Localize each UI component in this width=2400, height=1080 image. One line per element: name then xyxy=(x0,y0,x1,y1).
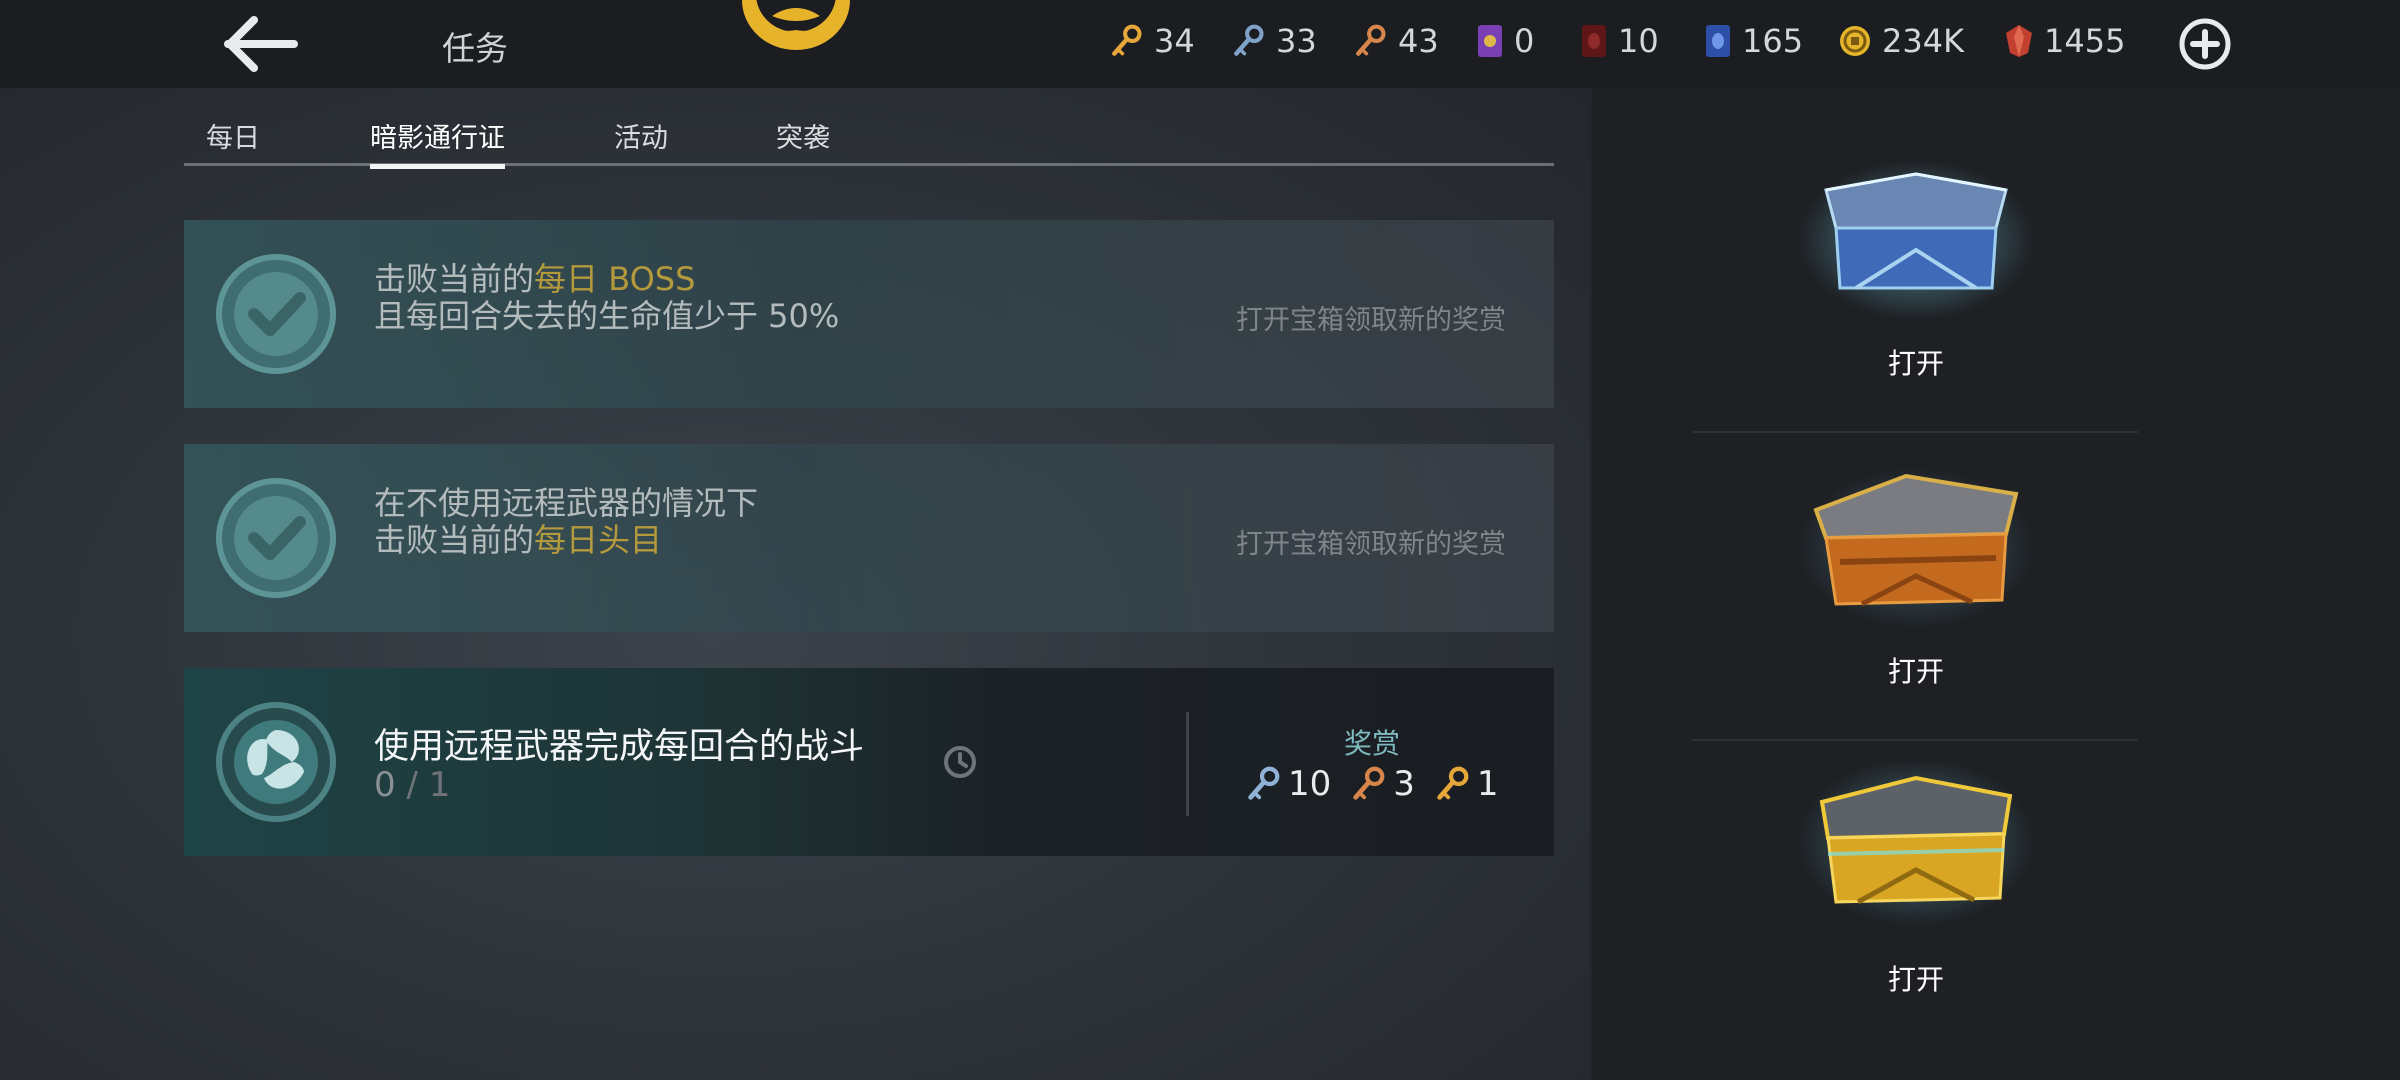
reward-gold-keys: 1 xyxy=(1433,764,1499,804)
coin-icon xyxy=(1840,26,1870,56)
quest-card[interactable]: 在不使用远程武器的情况下 击败当前的每日头目 打开宝箱领取新的奖赏 xyxy=(184,444,1554,632)
clock-icon xyxy=(944,746,976,778)
page-title: 任务 xyxy=(442,29,508,68)
red-gem-card-icon xyxy=(1582,25,1606,57)
resource-tickets: 0 xyxy=(1476,22,1534,60)
open-chest-button[interactable]: 打开 xyxy=(1852,958,1980,998)
bronze-key-icon xyxy=(1352,23,1388,59)
open-chest-button[interactable]: 打开 xyxy=(1852,342,1980,382)
completed-check-icon xyxy=(214,476,338,600)
quest-status: 打开宝箱领取新的奖赏 xyxy=(1236,305,1506,336)
quest-status: 打开宝箱领取新的奖赏 xyxy=(1236,529,1506,560)
top-bar: 任务 34 33 43 0 10 165 234K 1455 xyxy=(0,0,2400,88)
blue-gem-card-icon xyxy=(1706,25,1730,57)
resource-red-cards: 10 xyxy=(1580,22,1659,60)
quest-card[interactable]: 使用远程武器完成每回合的战斗 0 / 1 奖赏 10 3 1 xyxy=(184,668,1554,856)
purple-ticket-icon xyxy=(1478,25,1502,57)
chest-separator xyxy=(1692,739,2138,741)
shadow-emblem-icon xyxy=(742,0,850,50)
tab-bar: 每日 暗影通行证 活动 突袭 xyxy=(184,114,1554,169)
gold-chest-icon[interactable] xyxy=(1796,762,2036,952)
resource-coins: 234K xyxy=(1838,22,1964,60)
quest-progress: 0 / 1 xyxy=(374,765,451,805)
ruby-icon xyxy=(2006,25,2032,57)
card-divider xyxy=(1186,712,1189,816)
quest-title: 使用远程武器完成每回合的战斗 xyxy=(374,727,865,767)
swirl-quest-icon xyxy=(216,702,336,822)
reward-list: 10 3 1 xyxy=(1244,764,1517,804)
reward-bronze-keys: 3 xyxy=(1349,764,1415,804)
add-currency-button[interactable] xyxy=(2178,17,2232,71)
card-divider xyxy=(1186,488,1189,592)
reward-label: 奖赏 xyxy=(1344,727,1401,760)
quest-description-line2: 击败当前的每日头目 xyxy=(374,521,663,559)
bronze-chest-icon[interactable] xyxy=(1796,458,2036,648)
tab-events[interactable]: 活动 xyxy=(614,116,668,155)
silver-key-icon xyxy=(1230,23,1266,59)
active-tab-indicator xyxy=(370,164,505,169)
back-arrow-icon[interactable] xyxy=(224,16,298,72)
completed-check-icon xyxy=(214,252,338,376)
silver-key-icon xyxy=(1244,765,1282,803)
chest-separator xyxy=(1692,431,2138,433)
gold-key-icon xyxy=(1108,23,1144,59)
bronze-key-icon xyxy=(1349,765,1387,803)
resource-gold-keys: 34 xyxy=(1108,22,1195,60)
resource-silver-keys: 33 xyxy=(1230,22,1317,60)
silver-chest-icon[interactable] xyxy=(1796,150,2036,340)
tab-daily[interactable]: 每日 xyxy=(206,116,260,155)
quest-card[interactable]: 击败当前的每日 BOSS 且每回合失去的生命值少于 50% 打开宝箱领取新的奖赏 xyxy=(184,220,1554,408)
resource-blue-cards: 165 xyxy=(1704,22,1803,60)
tab-shadow-pass[interactable]: 暗影通行证 xyxy=(370,116,505,169)
resource-rubies: 1455 xyxy=(2004,22,2125,60)
gold-key-icon xyxy=(1433,765,1471,803)
quest-description-line2: 且每回合失去的生命值少于 50% xyxy=(374,297,840,335)
reward-silver-keys: 10 xyxy=(1244,764,1331,804)
tab-raid[interactable]: 突袭 xyxy=(776,116,830,155)
resource-bronze-keys: 43 xyxy=(1352,22,1439,60)
open-chest-button[interactable]: 打开 xyxy=(1852,650,1980,690)
